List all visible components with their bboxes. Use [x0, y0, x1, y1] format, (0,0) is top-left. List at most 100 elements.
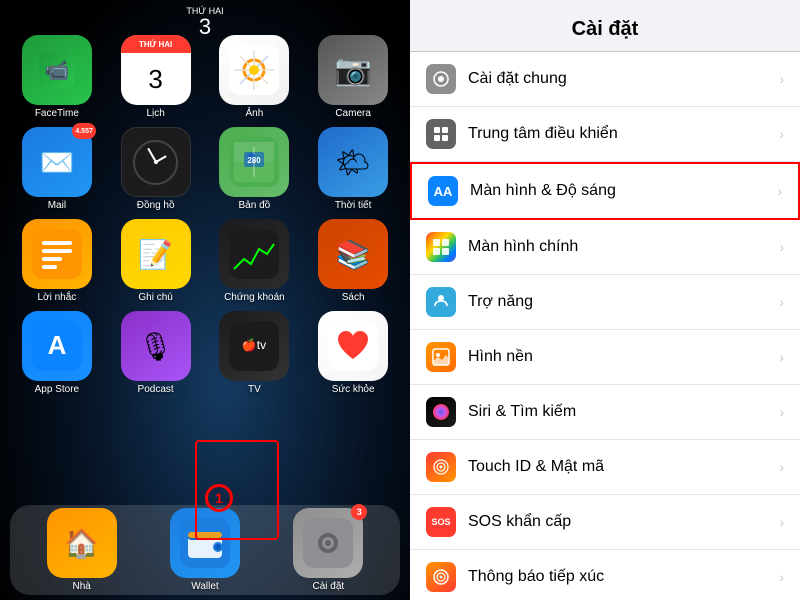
thoi-tiet-icon: 🌤 [318, 127, 388, 197]
cai-dat-chung-chevron: › [779, 71, 784, 87]
settings-item-hinh-nen[interactable]: Hình nền › [410, 330, 800, 385]
touch-id-label: Touch ID & Mật mã [468, 458, 779, 476]
mail-icon: ✉️ 4.557 [22, 127, 92, 197]
sos-label: SOS khẩn cấp [468, 513, 779, 531]
touch-id-icon [426, 452, 456, 482]
app-lich[interactable]: THỨ HAI 3 Lịch [109, 35, 203, 119]
app-dong-ho[interactable]: Đồng hồ [109, 127, 203, 211]
podcast-icon: 🎙 [121, 311, 191, 381]
touch-id-chevron: › [779, 459, 784, 475]
man-hinh-chinh-icon [426, 232, 456, 262]
app-apple-tv[interactable]: 🍎tv TV [208, 311, 302, 395]
facetime-icon: 📹 [22, 35, 92, 105]
tro-nang-label: Trợ năng [468, 293, 779, 311]
trung-tam-label: Trung tâm điều khiển [468, 125, 779, 143]
thoi-tiet-label: Thời tiết [335, 200, 372, 211]
cai-dat-icon: 3 [293, 508, 363, 578]
dock-cai-dat[interactable]: 3 Cài đặt [293, 508, 363, 592]
settings-item-trung-tam[interactable]: Trung tâm điều khiển › [410, 107, 800, 162]
svg-text:280: 280 [248, 156, 262, 165]
svg-text:🍎tv: 🍎tv [242, 337, 266, 352]
camera-label: Camera [335, 108, 371, 119]
annotation-1: 1 [205, 484, 233, 512]
trung-tam-icon [426, 119, 456, 149]
app-thoi-tiet[interactable]: 🌤 Thời tiết [306, 127, 400, 211]
ghi-chu-icon: 📝 [121, 219, 191, 289]
cai-dat-chung-icon [426, 64, 456, 94]
siri-label: Siri & Tìm kiếm [468, 403, 779, 421]
app-app-store[interactable]: A App Store [10, 311, 104, 395]
thong-bao-icon [426, 562, 456, 592]
app-facetime[interactable]: 📹 FaceTime [10, 35, 104, 119]
app-store-icon: A [22, 311, 92, 381]
settings-item-siri[interactable]: Siri & Tìm kiếm › [410, 385, 800, 440]
settings-item-tro-nang[interactable]: Trợ năng › [410, 275, 800, 330]
podcast-label: Podcast [138, 384, 174, 395]
app-podcast[interactable]: 🎙 Podcast [109, 311, 203, 395]
tro-nang-icon [426, 287, 456, 317]
loi-nhac-icon [22, 219, 92, 289]
hinh-nen-icon [426, 342, 456, 372]
sos-icon: SOS [426, 507, 456, 537]
suc-khoe-icon [318, 311, 388, 381]
man-hinh-chevron: › [777, 183, 782, 199]
settings-item-cai-dat-chung[interactable]: Cài đặt chung › [410, 52, 800, 107]
sach-icon: 📚 [318, 219, 388, 289]
settings-header: Cài đặt [410, 0, 800, 52]
suc-khoe-label: Sức khỏe [332, 384, 375, 395]
anh-icon [219, 35, 289, 105]
man-hinh-label: Màn hình & Độ sáng [470, 182, 777, 200]
dock-nha[interactable]: 🏠 Nhà [47, 508, 117, 592]
facetime-label: FaceTime [35, 108, 79, 119]
app-ban-do[interactable]: 280 Bản đồ [208, 127, 302, 211]
settings-item-man-hinh[interactable]: AA Màn hình & Độ sáng › 2 [410, 162, 800, 220]
app-suc-khoe[interactable]: Sức khỏe [306, 311, 400, 395]
svg-text:📹: 📹 [44, 60, 69, 82]
ban-do-label: Bản đồ [239, 200, 271, 211]
dong-ho-icon [121, 127, 191, 197]
iphone-screen: THỨ HAI 3 📹 FaceTime THỨ HAI 3 Lịch [0, 0, 410, 600]
settings-item-thong-bao[interactable]: Thông báo tiếp xúc › [410, 550, 800, 600]
lich-icon: THỨ HAI 3 [121, 35, 191, 105]
hinh-nen-chevron: › [779, 349, 784, 365]
trung-tam-chevron: › [779, 126, 784, 142]
settings-panel: Cài đặt Cài đặt chung › Trung tâm điều k… [410, 0, 800, 600]
cai-dat-label: Cài đặt [312, 581, 344, 592]
settings-list: Cài đặt chung › Trung tâm điều khiển › A… [410, 52, 800, 600]
settings-item-man-hinh-chinh[interactable]: Màn hình chính › [410, 220, 800, 275]
app-ghi-chu[interactable]: 📝 Ghi chú [109, 219, 203, 303]
app-camera[interactable]: 📷 Camera [306, 35, 400, 119]
nha-icon: 🏠 [47, 508, 117, 578]
settings-title: Cài đặt [572, 18, 639, 40]
loi-nhac-label: Lời nhắc [37, 292, 76, 303]
app-loi-nhac[interactable]: Lời nhắc [10, 219, 104, 303]
settings-item-sos[interactable]: SOS SOS khẩn cấp › [410, 495, 800, 550]
cai-dat-chung-label: Cài đặt chung [468, 70, 779, 88]
nha-label: Nhà [72, 581, 90, 592]
sos-chevron: › [779, 514, 784, 530]
apple-tv-icon: 🍎tv [219, 311, 289, 381]
chung-khoan-icon [219, 219, 289, 289]
dong-ho-label: Đồng hồ [137, 200, 175, 211]
ghi-chu-label: Ghi chú [138, 292, 172, 303]
app-store-label: App Store [35, 384, 79, 395]
tro-nang-chevron: › [779, 294, 784, 310]
app-mail[interactable]: ✉️ 4.557 Mail [10, 127, 104, 211]
app-grid: 📹 FaceTime THỨ HAI 3 Lịch Ảnh 📷 [0, 30, 410, 400]
apple-tv-label: TV [248, 384, 261, 395]
thong-bao-label: Thông báo tiếp xúc [468, 568, 779, 586]
ban-do-icon: 280 [219, 127, 289, 197]
app-anh[interactable]: Ảnh [208, 35, 302, 119]
settings-item-touch-id[interactable]: Touch ID & Mật mã › [410, 440, 800, 495]
app-sach[interactable]: 📚 Sách [306, 219, 400, 303]
man-hinh-chinh-label: Màn hình chính [468, 238, 779, 256]
thong-bao-chevron: › [779, 569, 784, 585]
siri-icon [426, 397, 456, 427]
mail-label: Mail [48, 200, 66, 211]
app-chung-khoan[interactable]: Chứng khoán [208, 219, 302, 303]
man-hinh-icon: AA [428, 176, 458, 206]
camera-icon: 📷 [318, 35, 388, 105]
chung-khoan-label: Chứng khoán [224, 292, 285, 303]
lich-label: Lịch [146, 108, 164, 119]
svg-text:A: A [47, 330, 66, 360]
